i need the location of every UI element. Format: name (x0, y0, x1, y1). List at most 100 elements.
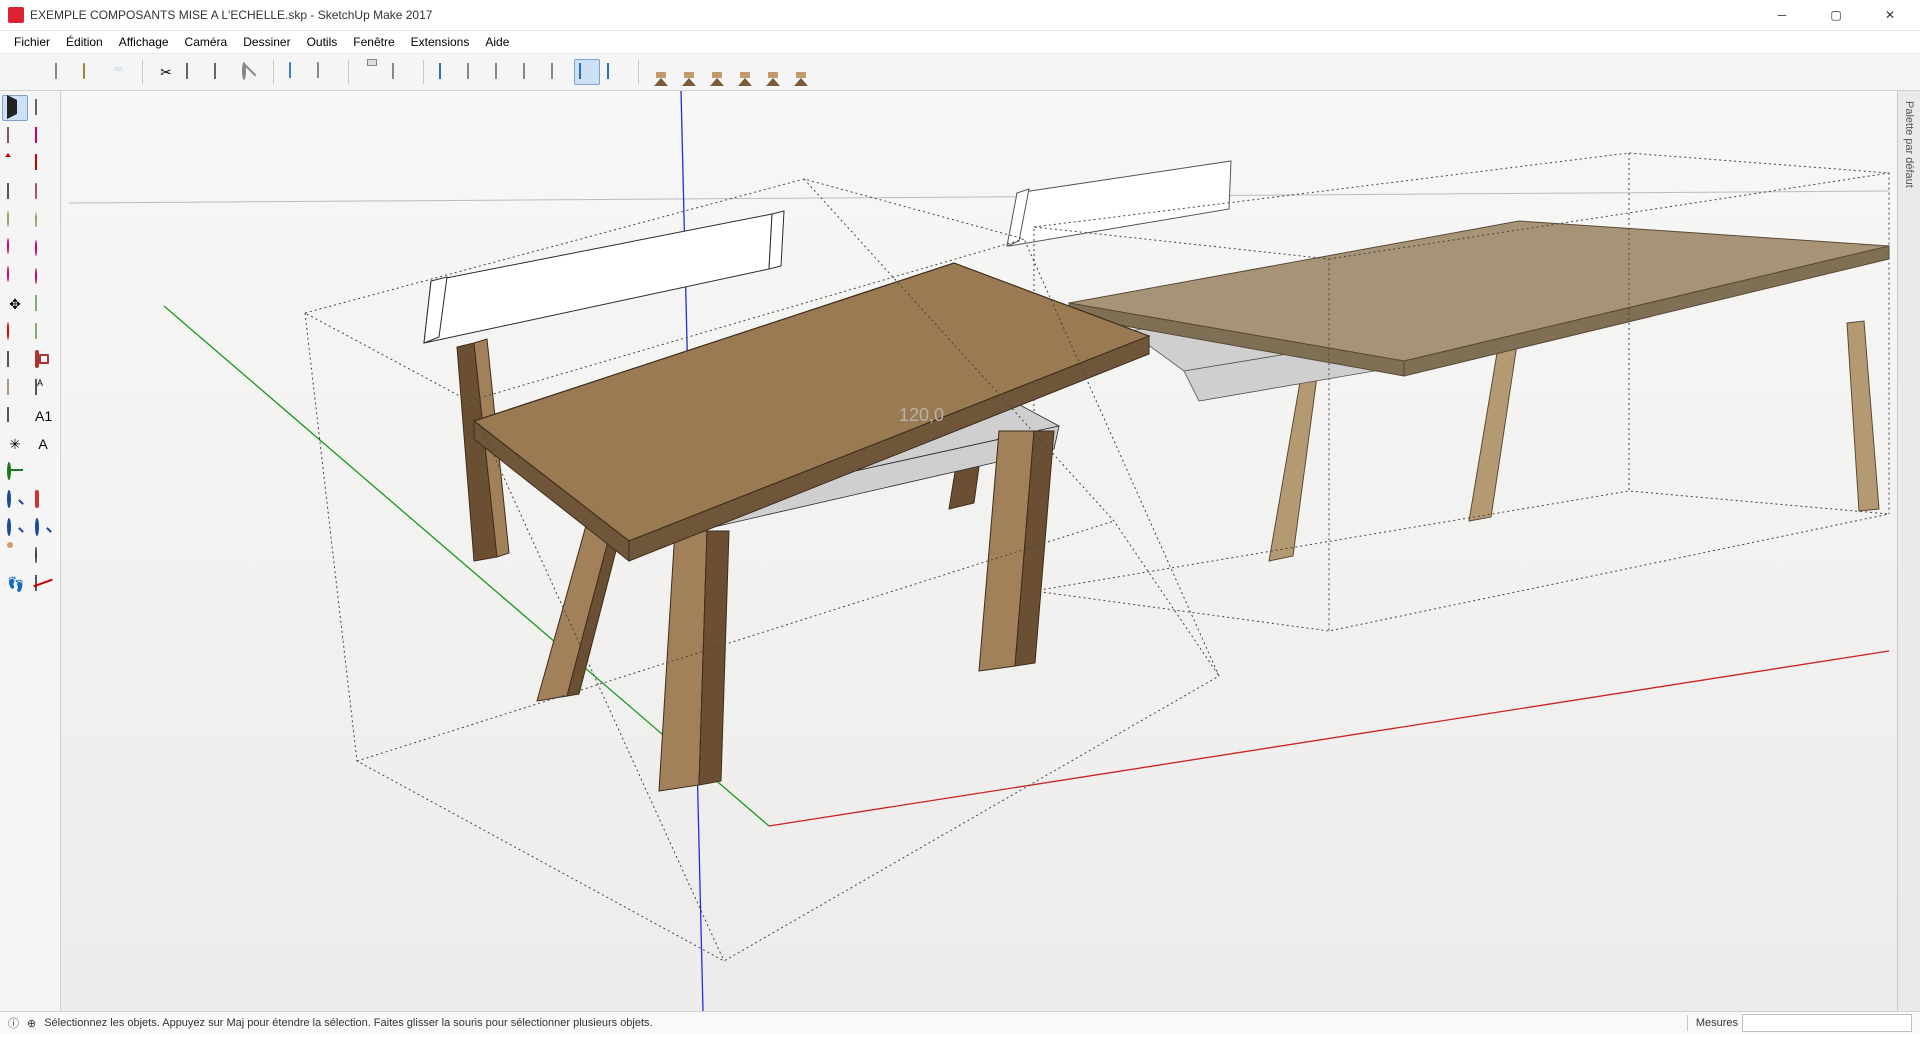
menu-item-fichier[interactable]: Fichier (6, 33, 58, 51)
eraser-tool-button[interactable] (30, 123, 56, 149)
tape-measure-button[interactable] (2, 375, 28, 401)
print-icon (364, 64, 380, 80)
save-file-icon (111, 64, 127, 80)
menu-item-affichage[interactable]: Affichage (111, 33, 177, 51)
viewport[interactable]: 120,0 (61, 91, 1897, 1011)
extension-warehouse-button[interactable] (677, 59, 703, 85)
menu-item-edition[interactable]: Édition (58, 33, 111, 51)
pie-tool-button[interactable] (30, 263, 56, 289)
menu-item-extensions[interactable]: Extensions (403, 33, 478, 51)
style-hidden-button[interactable] (490, 59, 516, 85)
move-tool-button[interactable]: ✥ (2, 291, 28, 317)
left-toolbar-row (2, 543, 58, 569)
eraser-tool-icon (35, 128, 51, 144)
front-view-button[interactable] (761, 59, 787, 85)
geo-icon[interactable]: ⊕ (27, 1017, 36, 1030)
section-plane-icon (35, 576, 51, 592)
menu-item-camera[interactable]: Caméra (177, 33, 236, 51)
top-view-button[interactable] (733, 59, 759, 85)
paint-bucket-button[interactable] (2, 123, 28, 149)
main-content: ✥ A1✳A 👣 (0, 91, 1920, 1011)
style-texture-button[interactable] (602, 59, 628, 85)
dimensions-tool-button[interactable] (30, 375, 56, 401)
iso-view-button[interactable] (705, 59, 731, 85)
look-around-button[interactable] (30, 543, 56, 569)
measurements-input[interactable] (1742, 1014, 1912, 1032)
right-panel-tab[interactable]: Palette par défaut (1897, 91, 1920, 1011)
new-file-button[interactable] (50, 59, 76, 85)
protractor-tool-button[interactable] (2, 403, 28, 429)
follow-me-tool-button[interactable] (30, 319, 56, 345)
save-file-button[interactable] (106, 59, 132, 85)
maximize-button[interactable]: ▢ (1818, 3, 1854, 27)
text-tool-button[interactable]: A1 (30, 403, 56, 429)
orbit-tool-button[interactable] (2, 459, 28, 485)
line-tool-button[interactable] (2, 151, 28, 177)
look-around-icon (35, 548, 51, 564)
open-file-button[interactable] (78, 59, 104, 85)
rotated-rectangle-button[interactable] (30, 179, 56, 205)
axes-tool-button[interactable]: ✳ (2, 431, 28, 457)
zoom-window-button[interactable] (2, 515, 28, 541)
dimensions-tool-icon (35, 380, 51, 396)
copy-icon (186, 64, 202, 80)
zoom-tool-button[interactable] (2, 487, 28, 513)
position-camera-button[interactable] (2, 543, 28, 569)
scale-tool-icon (7, 352, 23, 368)
circle-tool-button[interactable] (2, 207, 28, 233)
side-view-button[interactable] (789, 59, 815, 85)
select-tool-button[interactable] (2, 95, 28, 121)
zoom-extents-button[interactable] (30, 487, 56, 513)
side-view-icon (794, 64, 810, 80)
left-toolbar-row (2, 487, 58, 513)
style-mono-button[interactable] (518, 59, 544, 85)
two-point-arc-button[interactable] (30, 235, 56, 261)
close-button[interactable]: ✕ (1872, 3, 1908, 27)
style-backedges-button[interactable] (574, 59, 600, 85)
paste-button[interactable] (209, 59, 235, 85)
style-wire-button[interactable] (462, 59, 488, 85)
left-toolbar-row (2, 515, 58, 541)
menu-item-aide[interactable]: Aide (477, 33, 517, 51)
menu-item-fenetre[interactable]: Fenêtre (345, 33, 402, 51)
scale-tool-button[interactable] (2, 347, 28, 373)
warehouse-button[interactable] (649, 59, 675, 85)
table-component-copy (1007, 153, 1889, 631)
menu-item-outils[interactable]: Outils (299, 33, 346, 51)
walk-tool-button[interactable]: 👣 (2, 571, 28, 597)
style-xray-button[interactable] (546, 59, 572, 85)
redo-button[interactable] (312, 59, 338, 85)
3d-text-tool-button[interactable]: A (30, 431, 56, 457)
polygon-tool-button[interactable] (30, 207, 56, 233)
front-view-icon (766, 64, 782, 80)
left-toolbar-row: A1 (2, 403, 58, 429)
three-point-arc-button[interactable] (2, 263, 28, 289)
print-button[interactable] (359, 59, 385, 85)
toolbar-group (355, 59, 417, 85)
left-toolbar-row (2, 235, 58, 261)
push-pull-tool-button[interactable] (30, 291, 56, 317)
left-toolbar-row (2, 95, 58, 121)
delete-button[interactable] (237, 59, 263, 85)
previous-view-button[interactable] (30, 515, 56, 541)
model-info-button[interactable] (387, 59, 413, 85)
pan-tool-button[interactable] (30, 459, 56, 485)
section-plane-button[interactable] (30, 571, 56, 597)
minimize-button[interactable]: ─ (1764, 3, 1800, 27)
rectangle-tool-button[interactable] (2, 179, 28, 205)
rotate-tool-button[interactable] (2, 319, 28, 345)
freehand-tool-button[interactable] (30, 151, 56, 177)
style-shaded-button[interactable] (434, 59, 460, 85)
redo-icon (317, 64, 333, 80)
cut-button[interactable]: ✂ (153, 59, 179, 85)
rectangle-tool-icon (7, 184, 23, 200)
make-component-button[interactable] (30, 95, 56, 121)
copy-button[interactable] (181, 59, 207, 85)
three-point-arc-icon (7, 268, 23, 284)
menu-item-dessiner[interactable]: Dessiner (235, 33, 298, 51)
undo-button[interactable] (284, 59, 310, 85)
offset-tool-button[interactable] (30, 347, 56, 373)
arc-tool-button[interactable] (2, 235, 28, 261)
left-toolbar: ✥ A1✳A 👣 (0, 91, 61, 1011)
help-icon[interactable]: ⓘ (8, 1015, 19, 1031)
